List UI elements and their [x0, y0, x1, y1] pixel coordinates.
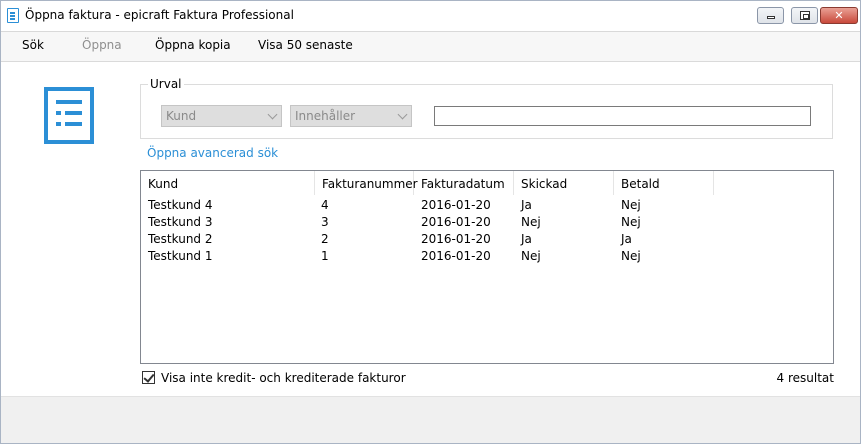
open-invoice-window: Öppna faktura - epicraft Faktura Profess… — [0, 0, 861, 444]
column-header-fakturadatum[interactable]: Fakturadatum — [414, 171, 514, 195]
close-icon: ✕ — [834, 9, 844, 22]
cell-betald: Nej — [621, 215, 641, 229]
restore-icon — [800, 11, 810, 20]
operator-select[interactable]: Innehåller — [290, 105, 412, 127]
cell-kund: Testkund 3 — [148, 215, 213, 229]
invoice-app-icon — [7, 8, 19, 23]
invoice-document-icon — [44, 87, 94, 144]
column-header-skickad[interactable]: Skickad — [514, 171, 614, 195]
cell-betald: Nej — [621, 198, 641, 212]
menu-item-oppna-kopia[interactable]: Öppna kopia — [155, 38, 231, 52]
cell-skickad: Nej — [521, 215, 541, 229]
chevron-down-icon — [397, 109, 408, 120]
cell-fakturadatum: 2016-01-20 — [421, 198, 491, 212]
exclude-credit-checkbox[interactable] — [142, 371, 155, 384]
cell-fakturadatum: 2016-01-20 — [421, 249, 491, 263]
maximize-button[interactable] — [791, 7, 818, 24]
cell-kund: Testkund 1 — [148, 249, 213, 263]
cell-kund: Testkund 4 — [148, 198, 213, 212]
field-select[interactable]: Kund — [161, 105, 282, 127]
menu-item-oppna[interactable]: Öppna — [82, 38, 122, 52]
advanced-search-link[interactable]: Öppna avancerad sök — [147, 146, 278, 160]
column-header-fakturanummer[interactable]: Fakturanummer — [315, 171, 418, 195]
cell-fakturadatum: 2016-01-20 — [421, 215, 491, 229]
column-header-kund[interactable]: Kund — [141, 171, 315, 195]
cell-fakturanummer: 1 — [321, 249, 329, 263]
cell-betald: Ja — [621, 232, 632, 246]
window-title: Öppna faktura - epicraft Faktura Profess… — [25, 8, 294, 22]
filter-group-legend: Urval — [148, 77, 184, 91]
menu-bar: Sök Öppna Öppna kopia Visa 50 senaste — [1, 32, 860, 62]
cell-kund: Testkund 2 — [148, 232, 213, 246]
cell-skickad: Ja — [521, 198, 532, 212]
menu-item-sok[interactable]: Sök — [22, 38, 44, 52]
result-count: 4 resultat — [776, 371, 834, 385]
cell-fakturanummer: 3 — [321, 215, 329, 229]
invoice-list[interactable]: Kund Fakturanummer Fakturadatum Skickad … — [140, 170, 834, 364]
column-header-betald[interactable]: Betald — [614, 171, 714, 195]
bottom-panel — [1, 396, 860, 443]
menu-item-visa-50-senaste[interactable]: Visa 50 senaste — [258, 38, 353, 52]
cell-skickad: Ja — [521, 232, 532, 246]
cell-fakturadatum: 2016-01-20 — [421, 232, 491, 246]
chevron-down-icon — [267, 109, 278, 120]
operator-select-value: Innehåller — [295, 109, 356, 123]
field-select-value: Kund — [166, 109, 197, 123]
cell-fakturanummer: 4 — [321, 198, 329, 212]
minimize-icon — [767, 16, 775, 19]
cell-fakturanummer: 2 — [321, 232, 329, 246]
title-bar[interactable]: Öppna faktura - epicraft Faktura Profess… — [1, 1, 860, 32]
search-input[interactable] — [434, 106, 811, 126]
cell-betald: Nej — [621, 249, 641, 263]
minimize-button[interactable] — [757, 7, 784, 24]
close-button[interactable]: ✕ — [820, 7, 858, 24]
exclude-credit-label[interactable]: Visa inte kredit- och krediterade faktur… — [161, 371, 406, 385]
cell-skickad: Nej — [521, 249, 541, 263]
